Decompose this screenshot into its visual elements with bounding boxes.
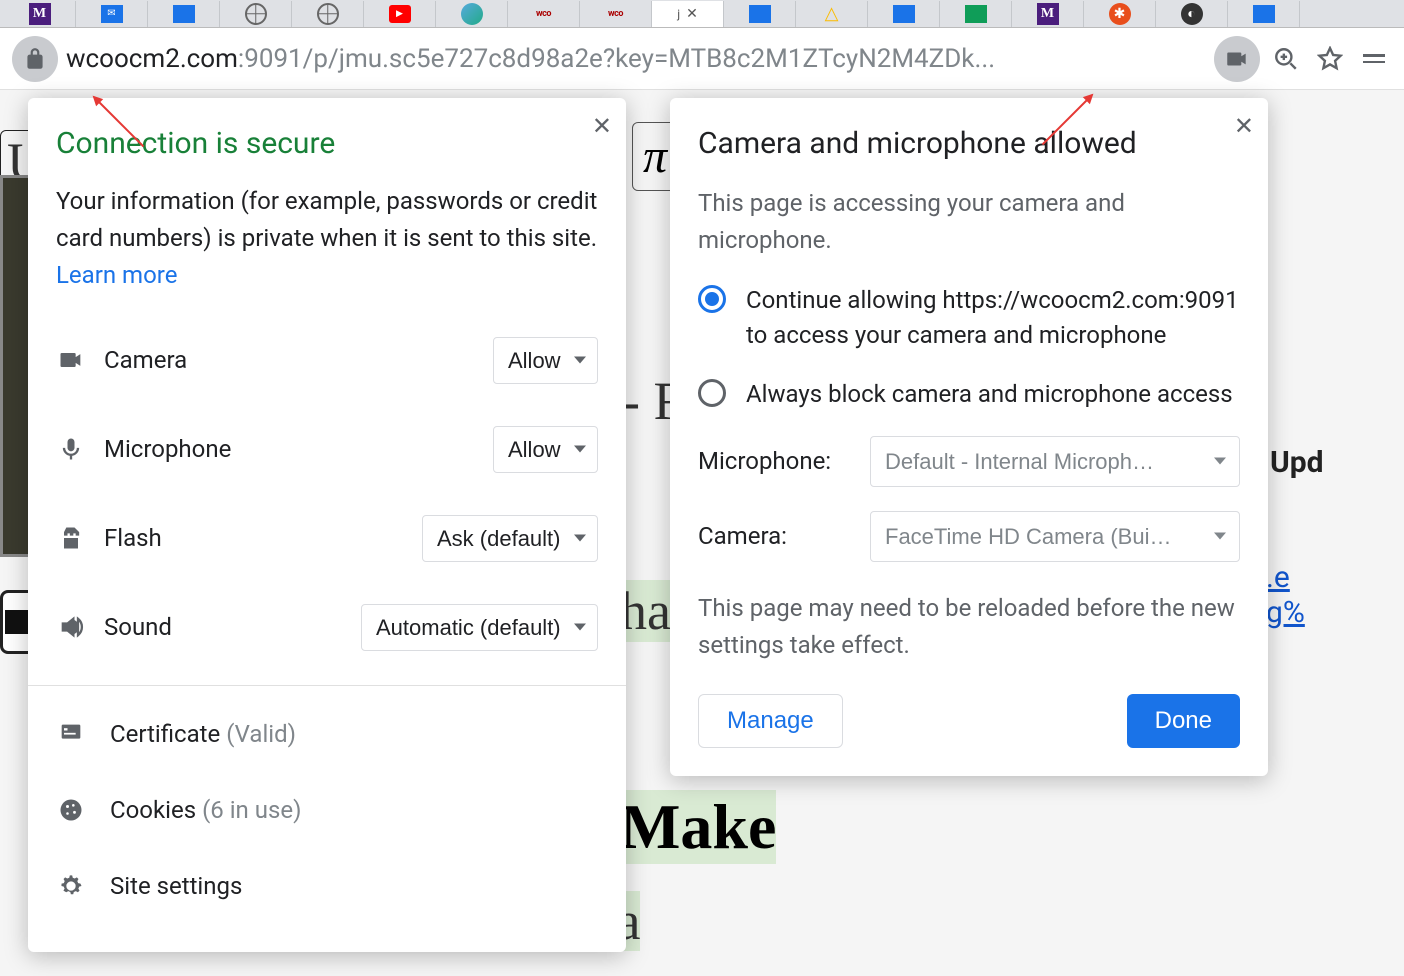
cookies-label: Cookies bbox=[110, 796, 196, 824]
star-icon[interactable] bbox=[1312, 41, 1348, 77]
bg-text: Upd bbox=[1270, 445, 1324, 480]
cam-select[interactable]: FaceTime HD Camera (Bui… bbox=[870, 511, 1240, 562]
sound-icon bbox=[56, 613, 86, 641]
cert-label: Certificate bbox=[110, 720, 220, 748]
tab[interactable]: M bbox=[1012, 1, 1084, 27]
camera-icon bbox=[56, 346, 86, 374]
perm-camera-select[interactable]: Allow bbox=[493, 337, 598, 384]
site-info-popover: ✕ Connection is secure Your information … bbox=[28, 98, 626, 952]
bg-text: ha bbox=[620, 580, 671, 642]
close-icon[interactable]: ✕ bbox=[686, 6, 698, 22]
close-icon[interactable]: ✕ bbox=[1234, 112, 1254, 140]
cookie-icon bbox=[56, 796, 86, 824]
url-bar: wcoocm2.com:9091/p/jmu.sc5e727c8d98a2e?k… bbox=[0, 28, 1404, 90]
tab[interactable]: ◐ bbox=[1156, 1, 1228, 27]
url-text[interactable]: wcoocm2.com:9091/p/jmu.sc5e727c8d98a2e?k… bbox=[66, 44, 1206, 74]
perm-sound-select[interactable]: Automatic (default) bbox=[361, 604, 598, 651]
bg-text: Make bbox=[620, 790, 776, 864]
cert-icon bbox=[56, 720, 86, 748]
tab[interactable] bbox=[940, 1, 1012, 27]
secure-title: Connection is secure bbox=[56, 126, 598, 161]
perm-label: Microphone bbox=[104, 435, 475, 463]
mic-select[interactable]: Default - Internal Microph… bbox=[870, 436, 1240, 487]
perm-mic-select[interactable]: Allow bbox=[493, 426, 598, 473]
tab-strip: M ✉ ▶ wco wco j✕ △ M ✱ ◐ bbox=[0, 0, 1404, 28]
radio-block[interactable]: Always block camera and microphone acces… bbox=[698, 377, 1240, 412]
cam-title: Camera and microphone allowed bbox=[698, 126, 1240, 161]
tab[interactable]: ✉ bbox=[76, 1, 148, 27]
perm-sound-row: Sound Automatic (default) bbox=[56, 604, 598, 651]
perm-label: Camera bbox=[104, 346, 475, 374]
manage-button[interactable]: Manage bbox=[698, 694, 843, 748]
mic-device-row: Microphone: Default - Internal Microph… bbox=[698, 436, 1240, 487]
flash-icon bbox=[56, 524, 86, 552]
menu-icon[interactable] bbox=[1356, 41, 1392, 77]
tab[interactable] bbox=[292, 1, 364, 27]
learn-more-link[interactable]: Learn more bbox=[56, 261, 177, 289]
camera-mic-popover: ✕ Camera and microphone allowed This pag… bbox=[670, 98, 1268, 776]
perm-label: Flash bbox=[104, 524, 404, 552]
secure-desc: Your information (for example, passwords… bbox=[56, 183, 598, 295]
mic-label: Microphone: bbox=[698, 447, 848, 475]
tab[interactable] bbox=[868, 1, 940, 27]
site-settings-label: Site settings bbox=[110, 872, 242, 900]
mic-icon bbox=[56, 435, 86, 463]
zoom-icon[interactable] bbox=[1268, 41, 1304, 77]
reload-note: This page may need to be reloaded before… bbox=[698, 590, 1240, 664]
tab[interactable]: ✱ bbox=[1084, 1, 1156, 27]
tab[interactable]: wco bbox=[508, 1, 580, 27]
tab[interactable]: M bbox=[4, 1, 76, 27]
bg-link: .eg% bbox=[1266, 560, 1305, 630]
cam-desc: This page is accessing your camera and m… bbox=[698, 185, 1240, 259]
perm-mic-row: Microphone Allow bbox=[56, 426, 598, 473]
tab[interactable] bbox=[436, 1, 508, 27]
radio-label: Always block camera and microphone acces… bbox=[746, 377, 1233, 412]
lock-icon[interactable] bbox=[12, 36, 58, 82]
perm-camera-row: Camera Allow bbox=[56, 337, 598, 384]
tab[interactable] bbox=[1228, 1, 1300, 27]
radio-allow[interactable]: Continue allowing https://wcoocm2.com:90… bbox=[698, 283, 1240, 353]
close-icon[interactable]: ✕ bbox=[592, 112, 612, 140]
tab[interactable]: wco bbox=[580, 1, 652, 27]
radio-label: Continue allowing https://wcoocm2.com:90… bbox=[746, 283, 1240, 353]
cookies-row[interactable]: Cookies (6 in use) bbox=[56, 772, 598, 848]
camera-indicator-icon[interactable] bbox=[1214, 36, 1260, 82]
tab-active[interactable]: j✕ bbox=[652, 1, 724, 27]
cert-sub: (Valid) bbox=[226, 720, 296, 748]
cam-label: Camera: bbox=[698, 522, 848, 550]
perm-flash-select[interactable]: Ask (default) bbox=[422, 515, 598, 562]
done-button[interactable]: Done bbox=[1127, 694, 1240, 748]
gear-icon bbox=[56, 872, 86, 900]
divider bbox=[28, 685, 626, 686]
perm-label: Sound bbox=[104, 613, 343, 641]
tab[interactable] bbox=[148, 1, 220, 27]
certificate-row[interactable]: Certificate (Valid) bbox=[56, 696, 598, 772]
tab[interactable] bbox=[220, 1, 292, 27]
perm-flash-row: Flash Ask (default) bbox=[56, 515, 598, 562]
tab[interactable]: ▶ bbox=[364, 1, 436, 27]
cookies-sub: (6 in use) bbox=[202, 796, 301, 824]
site-settings-row[interactable]: Site settings bbox=[56, 848, 598, 924]
tab[interactable]: △ bbox=[796, 1, 868, 27]
radio-icon bbox=[698, 379, 726, 407]
cam-device-row: Camera: FaceTime HD Camera (Bui… bbox=[698, 511, 1240, 562]
radio-icon bbox=[698, 285, 726, 313]
tab[interactable] bbox=[724, 1, 796, 27]
